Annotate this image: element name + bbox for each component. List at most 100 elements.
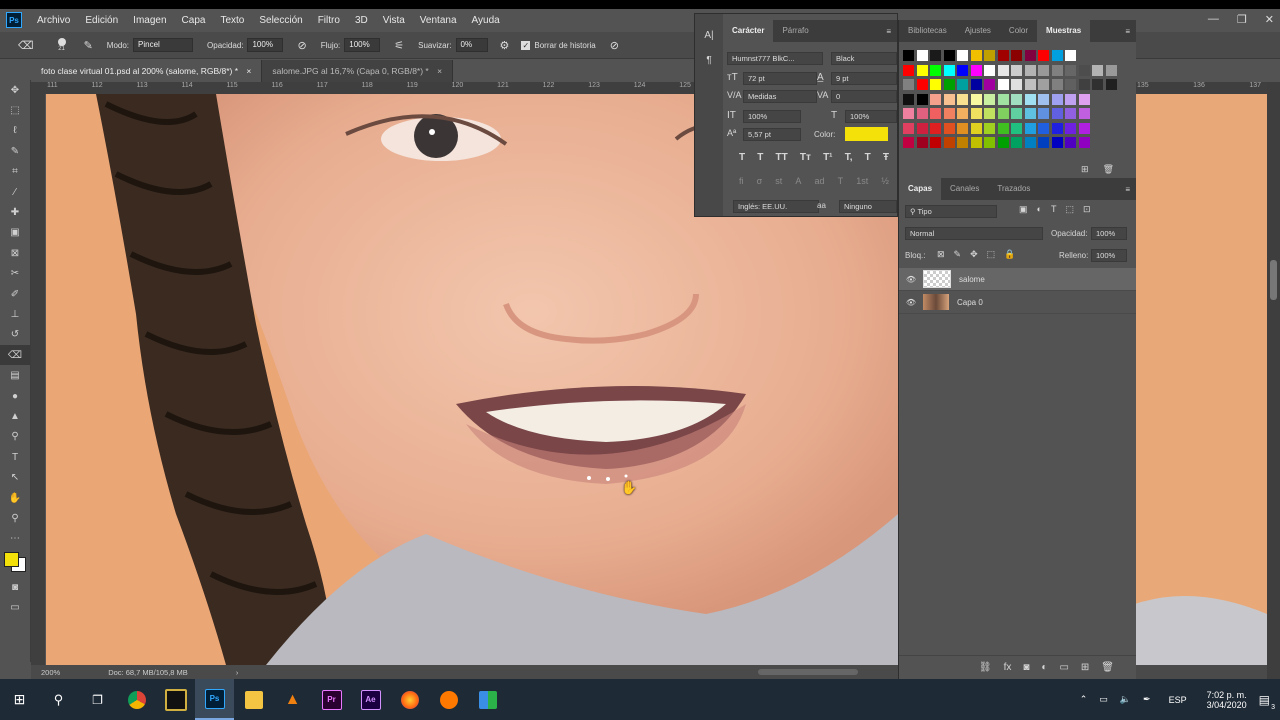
color-swatch[interactable] (1051, 79, 1063, 90)
lasso-tool-icon[interactable]: ℓ (0, 121, 30, 141)
pen-icon[interactable]: ✒ (1143, 694, 1151, 705)
color-swatch[interactable] (970, 50, 982, 61)
panel-menu-icon[interactable]: ≡ (1125, 185, 1130, 194)
clock[interactable]: 7:02 p. m. 3/04/2020 (1207, 690, 1247, 710)
tab-trazados[interactable]: Trazados (988, 178, 1039, 200)
color-swatch[interactable] (984, 50, 995, 61)
color-swatch[interactable] (1078, 137, 1090, 148)
quick-mask-icon[interactable]: ◙ (0, 577, 30, 597)
close-icon[interactable]: ✕ (1265, 13, 1274, 26)
color-swatches[interactable] (0, 549, 30, 577)
hand-tool-icon[interactable]: ✋ (0, 488, 30, 508)
color-swatch[interactable] (916, 64, 928, 76)
menu-ayuda[interactable]: Ayuda (472, 15, 500, 26)
color-swatch[interactable] (957, 108, 968, 119)
gradient-tool-icon[interactable]: ▤ (0, 365, 30, 385)
color-swatch[interactable] (930, 108, 941, 119)
vlc-icon[interactable]: ▲ (273, 679, 312, 720)
color-swatch[interactable] (997, 64, 1009, 76)
status-arrow-icon[interactable]: › (236, 668, 239, 677)
tab-color[interactable]: Color (1000, 20, 1037, 42)
swash-button[interactable]: A (795, 176, 801, 186)
notification-icon[interactable]: ▤ 3 (1259, 693, 1275, 711)
color-swatch[interactable] (930, 64, 941, 76)
color-swatch[interactable] (997, 79, 1009, 90)
color-swatch[interactable] (984, 137, 995, 148)
color-swatch[interactable] (970, 79, 982, 90)
document-canvas-right[interactable] (1135, 94, 1267, 665)
text-color-swatch[interactable] (845, 127, 888, 141)
new-layer-icon[interactable]: ⊞ (1081, 662, 1089, 673)
language-select[interactable]: Inglés: EE.UU. (733, 200, 819, 213)
color-swatch[interactable] (1011, 50, 1022, 61)
color-swatch[interactable] (1105, 79, 1117, 90)
new-swatch-icon[interactable]: ⊞ (1081, 164, 1089, 175)
photoshop-taskbar-icon[interactable]: Ps (195, 679, 234, 720)
color-swatch[interactable] (930, 137, 941, 148)
close-tab-icon[interactable]: × (437, 66, 442, 76)
history-brush-tool-icon[interactable]: ↺ (0, 325, 30, 345)
color-swatch[interactable] (1011, 93, 1022, 105)
color-swatch[interactable] (957, 50, 968, 61)
faux-bold-button[interactable]: T (739, 152, 745, 163)
firefox-icon[interactable] (390, 679, 429, 720)
tab-capas[interactable]: Capas (899, 178, 942, 200)
tracking-select[interactable]: 0 (831, 90, 897, 103)
contextual-alternates-button[interactable]: σ (757, 176, 763, 186)
flow-field[interactable]: 100% (344, 38, 381, 52)
chevron-up-icon[interactable]: ⌃ (1080, 694, 1088, 705)
search-icon[interactable]: ⚲ (39, 679, 78, 720)
color-swatch[interactable] (943, 122, 955, 134)
color-swatch[interactable] (930, 93, 941, 105)
eye-icon[interactable]: 👁 (899, 275, 923, 284)
color-swatch[interactable] (957, 137, 968, 148)
layer-mask-icon[interactable]: ◙ (1023, 662, 1029, 673)
eraser-tool-icon[interactable]: ⌫ (0, 345, 30, 366)
color-swatch[interactable] (916, 50, 928, 61)
color-swatch[interactable] (984, 64, 995, 76)
color-swatch[interactable] (1011, 137, 1022, 148)
menu-imagen[interactable]: Imagen (133, 15, 166, 26)
color-swatch[interactable] (1038, 79, 1049, 90)
color-swatch[interactable] (916, 137, 928, 148)
bandaid-tool-icon[interactable]: ▣ (0, 223, 30, 243)
color-swatch[interactable] (997, 93, 1009, 105)
blur-tool-icon[interactable]: ● (0, 386, 30, 406)
layer-opacity-field[interactable]: 100% (1091, 227, 1127, 240)
history-checkbox[interactable]: ✓ (521, 40, 531, 50)
font-size-field[interactable]: 72 pt (743, 72, 817, 85)
tab-salome-jpg[interactable]: salome.JPG al 16,7% (Capa 0, RGB/8*) * × (262, 60, 454, 82)
color-swatch[interactable] (957, 122, 968, 134)
network-icon[interactable]: ▭ (1099, 694, 1108, 705)
vertical-scrollbar[interactable] (1267, 82, 1280, 679)
color-swatch[interactable] (1038, 108, 1049, 119)
color-swatch[interactable] (1051, 93, 1063, 105)
lock-pixels-icon[interactable]: ✎ (954, 249, 962, 260)
color-swatch[interactable] (1078, 122, 1090, 134)
color-swatch[interactable] (970, 108, 982, 119)
eye-icon[interactable]: 👁 (899, 298, 923, 307)
color-swatch[interactable] (957, 79, 968, 90)
healing-tool-icon[interactable]: ✚ (0, 202, 30, 222)
color-swatch[interactable] (984, 79, 995, 90)
premiere-icon[interactable]: Pr (312, 679, 351, 720)
blend-mode-select[interactable]: Normal (905, 227, 1043, 240)
color-swatch[interactable] (1011, 79, 1022, 90)
color-swatch[interactable] (984, 108, 995, 119)
close-tab-icon[interactable]: × (246, 66, 251, 76)
menu-capa[interactable]: Capa (182, 15, 206, 26)
color-swatch[interactable] (1092, 64, 1103, 76)
shape-filter-icon[interactable]: ⬚ (1065, 204, 1074, 215)
color-swatch[interactable] (903, 79, 914, 90)
color-swatch[interactable] (943, 64, 955, 76)
color-swatch[interactable] (1051, 108, 1063, 119)
app-icon[interactable] (156, 679, 195, 720)
patch-tool-icon[interactable]: ✂ (0, 264, 30, 284)
color-swatch[interactable] (957, 64, 968, 76)
color-swatch[interactable] (984, 93, 995, 105)
color-swatch[interactable] (997, 108, 1009, 119)
color-swatch[interactable] (1011, 122, 1022, 134)
stylistic-alternates-button[interactable]: ad (815, 176, 825, 186)
subscript-button[interactable]: T, (845, 152, 853, 163)
tab-bibliotecas[interactable]: Bibliotecas (899, 20, 956, 42)
